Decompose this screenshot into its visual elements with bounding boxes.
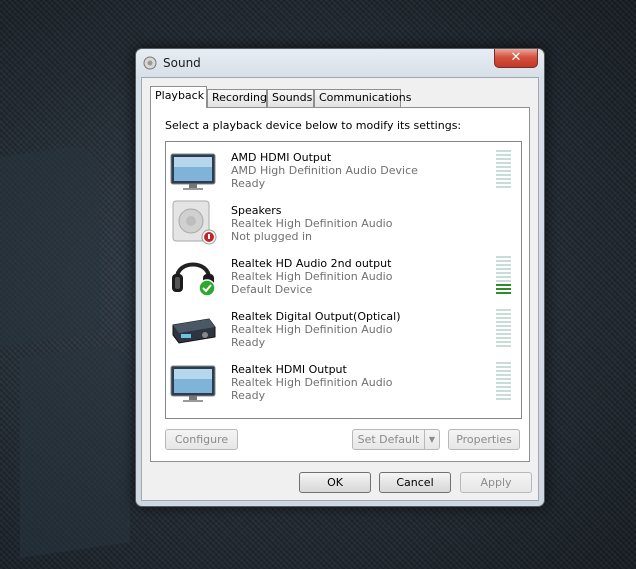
- ok-button[interactable]: OK: [299, 472, 371, 493]
- device-list[interactable]: AMD HDMI Output AMD High Definition Audi…: [165, 141, 522, 419]
- device-description: Realtek High Definition Audio: [231, 323, 393, 336]
- device-description: Realtek High Definition Audio: [231, 376, 393, 389]
- sound-app-icon: [143, 56, 157, 70]
- set-default-label: Set Default: [357, 433, 420, 446]
- playback-panel: Select a playback device below to modify…: [150, 107, 530, 462]
- device-item[interactable]: Realtek Digital Output(Optical) Realtek …: [166, 301, 521, 354]
- receiver-icon: [172, 318, 216, 344]
- device-name: Realtek HD Audio 2nd output: [231, 257, 392, 270]
- volume-meter: [496, 256, 511, 296]
- tab-playback[interactable]: Playback: [150, 86, 207, 108]
- device-name: AMD HDMI Output: [231, 151, 332, 164]
- device-item[interactable]: AMD HDMI Output AMD High Definition Audi…: [166, 142, 521, 195]
- device-item[interactable]: Realtek HDMI Output Realtek High Definit…: [166, 354, 521, 407]
- sound-dialog: Sound ✕ Playback Recording Sounds Commun…: [135, 48, 545, 507]
- tab-sounds[interactable]: Sounds: [267, 89, 314, 107]
- volume-meter: [496, 362, 511, 402]
- device-name: Realtek Digital Output(Optical): [231, 310, 401, 323]
- speaker-icon: [172, 200, 217, 245]
- window-title: Sound: [163, 56, 201, 70]
- default-check-icon: [198, 279, 216, 297]
- tab-recording[interactable]: Recording: [207, 89, 267, 107]
- background-logo-pane: [0, 142, 100, 348]
- playback-prompt: Select a playback device below to modify…: [165, 119, 462, 132]
- device-status: Not plugged in: [231, 230, 313, 243]
- unplugged-badge-icon: [201, 229, 217, 245]
- dropdown-arrow-icon[interactable]: ▼: [424, 430, 439, 449]
- apply-button[interactable]: Apply: [460, 472, 532, 493]
- device-item[interactable]: Speakers Realtek High Definition Audio N…: [166, 195, 521, 248]
- device-status: Ready: [231, 336, 266, 349]
- device-description: AMD High Definition Audio Device: [231, 164, 418, 177]
- tab-communications[interactable]: Communications: [314, 89, 411, 107]
- device-status: Ready: [231, 389, 266, 402]
- device-item-default[interactable]: Realtek HD Audio 2nd output Realtek High…: [166, 248, 521, 301]
- device-status: Ready: [231, 177, 266, 190]
- device-name: Speakers: [231, 204, 282, 217]
- device-description: Realtek High Definition Audio: [231, 270, 393, 283]
- configure-button[interactable]: Configure: [165, 429, 238, 450]
- background-logo-pane: [20, 342, 130, 558]
- set-default-button[interactable]: Set Default ▼: [352, 429, 440, 450]
- monitor-icon: [170, 153, 216, 190]
- device-description: Realtek High Definition Audio: [231, 217, 393, 230]
- monitor-icon: [170, 365, 216, 402]
- cancel-button[interactable]: Cancel: [379, 472, 451, 493]
- close-button[interactable]: ✕: [494, 49, 538, 68]
- volume-meter: [496, 150, 511, 190]
- headphones-icon: [172, 262, 216, 297]
- device-status: Default Device: [231, 283, 313, 296]
- dialog-client: Playback Recording Sounds Communications…: [141, 77, 539, 501]
- title-bar[interactable]: Sound ✕: [136, 49, 544, 77]
- volume-meter: [496, 309, 511, 349]
- device-name: Realtek HDMI Output: [231, 363, 347, 376]
- properties-button[interactable]: Properties: [448, 429, 520, 450]
